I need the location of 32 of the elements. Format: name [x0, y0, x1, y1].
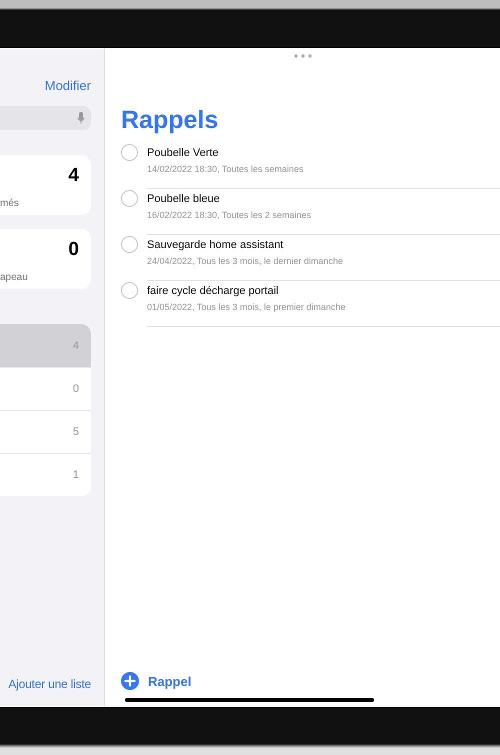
reminder-detail: 01/05/2022, Tous les 3 mois, le premier dimanche: [147, 302, 346, 312]
smart-list-card[interactable]: 0 apeau: [0, 229, 91, 289]
reminder-title: Poubelle Verte: [147, 147, 220, 159]
add-reminder-button[interactable]: Rappel: [121, 672, 192, 690]
plus-icon: [121, 672, 139, 690]
more-icon[interactable]: [294, 54, 312, 58]
list-count: 1: [72, 469, 79, 481]
list-row[interactable]: 4: [0, 324, 91, 367]
microphone-icon: [77, 112, 85, 124]
list-count: 5: [72, 426, 79, 438]
reminder-checkbox[interactable]: [121, 190, 138, 207]
reminder-detail: 24/04/2022, Tous les 3 mois, le dernier dimanche: [147, 256, 344, 266]
reminder-title: Sauvegarde home assistant: [147, 239, 284, 251]
list-count: 0: [72, 383, 79, 395]
list-label: apeau: [0, 272, 28, 283]
reminder-checkbox[interactable]: [121, 236, 138, 253]
list-count: 4: [72, 340, 79, 352]
reminder-title: faire cycle décharge portail: [147, 285, 280, 297]
list-count: 0: [68, 239, 79, 261]
edit-button[interactable]: Modifier: [44, 78, 91, 93]
list-title: Rappels: [121, 106, 220, 135]
list-count: 4: [68, 165, 79, 187]
list-row[interactable]: 1: [0, 453, 91, 496]
reminder-title: Poubelle bleue: [147, 193, 221, 205]
add-list-button[interactable]: Ajouter une liste: [8, 677, 91, 691]
reminder-checkbox[interactable]: [121, 282, 138, 299]
reminder-detail: 14/02/2022 18:30, Toutes les semaines: [147, 164, 304, 174]
reminder-detail: 16/02/2022 18:30, Toutes les 2 semaines: [147, 210, 312, 220]
search-field[interactable]: [0, 106, 91, 130]
list-label: més: [0, 198, 19, 209]
smart-list-card[interactable]: 4 més: [0, 155, 91, 215]
reminder-checkbox[interactable]: [121, 144, 138, 161]
